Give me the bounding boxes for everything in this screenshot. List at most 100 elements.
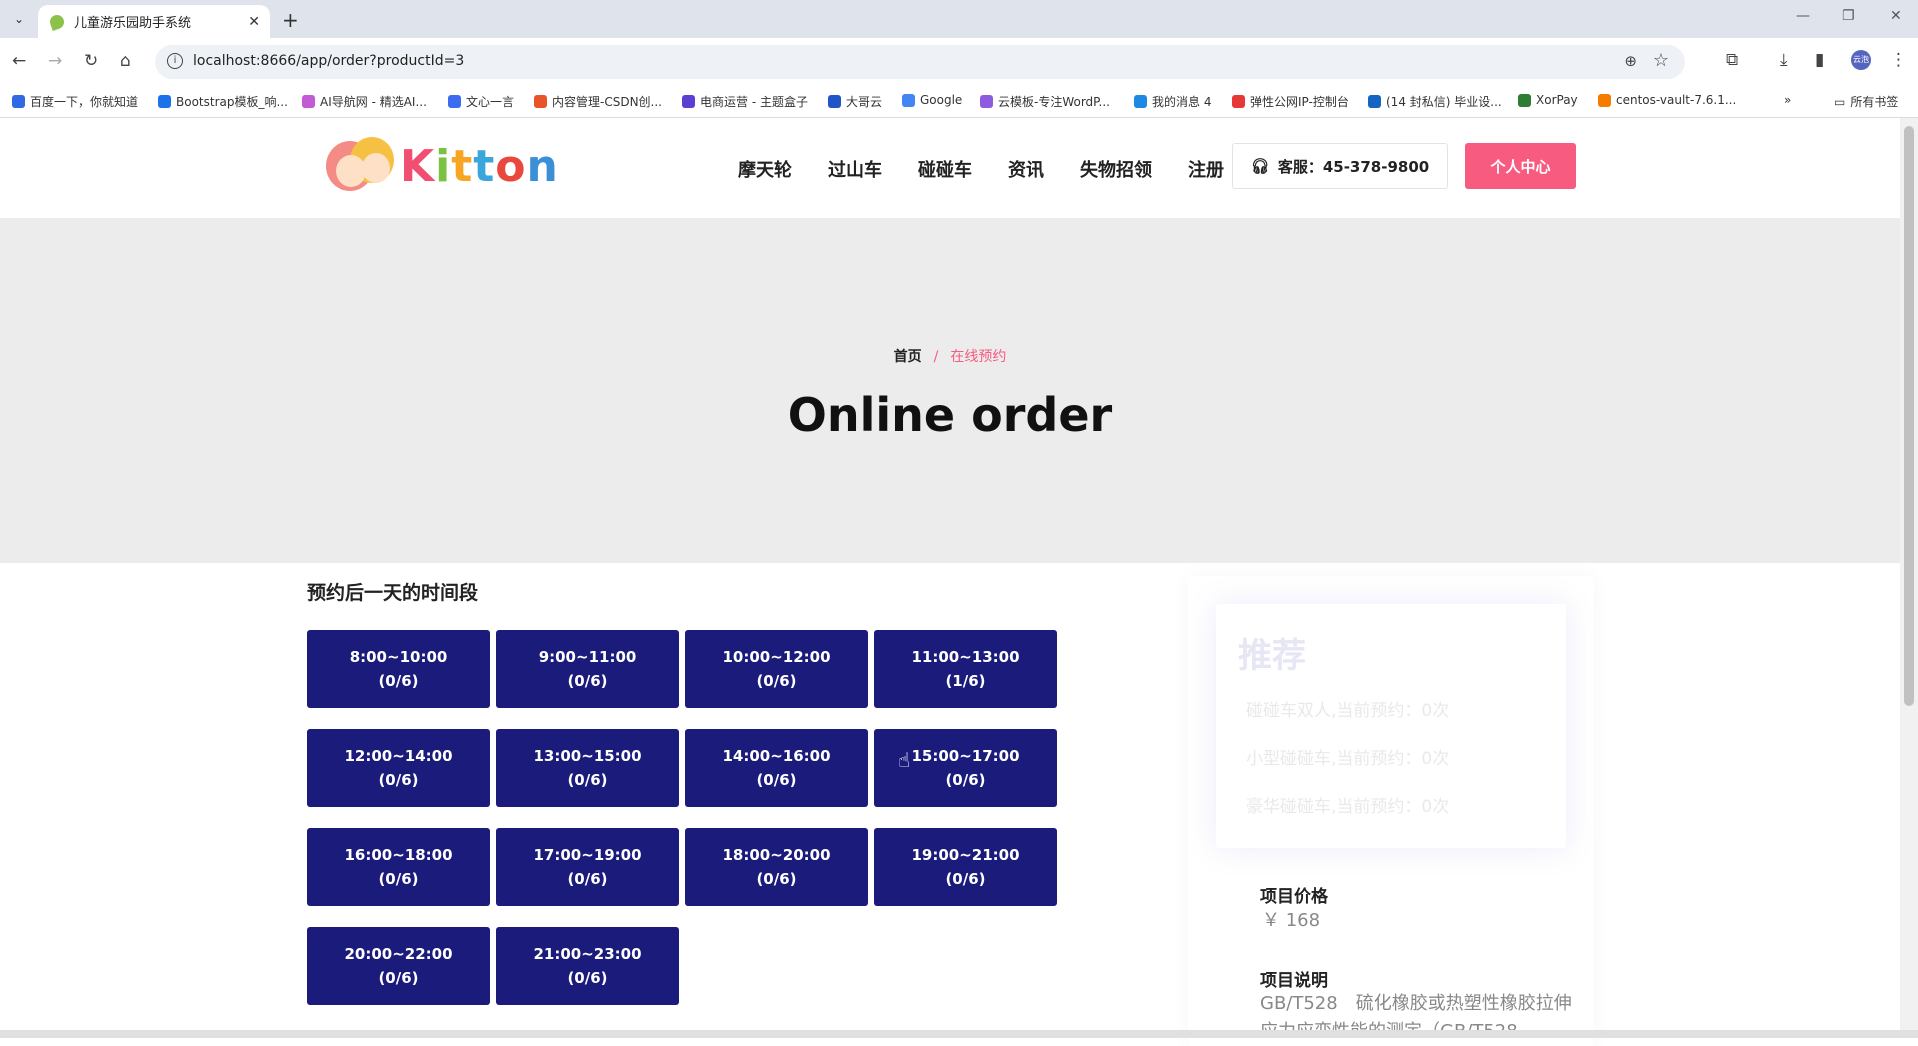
browser-tab[interactable]: 儿童游乐园助手系统 ✕ (38, 5, 270, 38)
time-slot-button[interactable]: 11:00~13:00 (1/6) (874, 630, 1057, 708)
time-slot-button[interactable]: 14:00~16:00 (0/6) (685, 729, 868, 807)
bookmark-label: centos-vault-7.6.1... (1616, 93, 1737, 107)
tab-title: 儿童游乐园助手系统 (74, 16, 192, 31)
bookmark-item[interactable]: centos-vault-7.6.1... (1598, 93, 1736, 107)
bookmark-item[interactable]: 弹性公网IP-控制台 (1232, 93, 1349, 110)
page-title: Online order (787, 388, 1113, 442)
nav-bumper-car[interactable]: 碰碰车 (918, 156, 972, 182)
zoom-icon[interactable]: ⊕ (1624, 52, 1637, 70)
bookmark-item[interactable]: XorPay (1518, 93, 1578, 107)
bookmark-item[interactable]: 电商运营 - 主题盒子 (682, 93, 808, 110)
time-slot-button[interactable]: 20:00~22:00 (0/6) (307, 927, 490, 1005)
bookmark-item[interactable]: 内容管理-CSDN创... (534, 93, 662, 110)
back-icon[interactable]: ← (12, 51, 26, 71)
time-slot-button[interactable]: 8:00~10:00 (0/6) (307, 630, 490, 708)
slot-count: (0/6) (378, 672, 419, 690)
page-scrollbar[interactable] (1900, 118, 1918, 1038)
nav-lost-found[interactable]: 失物招领 (1080, 156, 1152, 182)
nav-roller-coaster[interactable]: 过山车 (828, 156, 882, 182)
url-text[interactable]: localhost:8666/app/order?productId=3 (193, 53, 464, 69)
scrollbar-thumb[interactable] (1904, 126, 1914, 706)
bookmark-item[interactable]: 百度一下，你就知道 (12, 93, 138, 110)
profile-avatar[interactable]: 云泡 (1851, 50, 1871, 70)
more-bookmarks-icon[interactable]: » (1784, 93, 1791, 107)
close-icon[interactable]: ✕ (248, 14, 260, 30)
bookmark-favicon-icon (12, 95, 25, 108)
info-icon[interactable]: i (167, 53, 183, 69)
slot-time: 21:00~23:00 (533, 945, 642, 963)
bookmark-item[interactable]: Bootstrap模板_响... (158, 93, 288, 110)
time-slot-button[interactable]: 10:00~12:00 (0/6) (685, 630, 868, 708)
bookmark-item[interactable]: Google (902, 93, 962, 107)
time-slot-button[interactable]: 12:00~14:00 (0/6) (307, 729, 490, 807)
site-logo[interactable]: Kitton (326, 133, 559, 199)
minimize-icon[interactable]: — (1796, 8, 1810, 24)
time-slot-button[interactable]: 21:00~23:00 (0/6) (496, 927, 679, 1005)
bookmark-item[interactable]: 云模板-专注WordP... (980, 93, 1110, 110)
bookmark-label: 大哥云 (846, 95, 883, 109)
slot-time: 20:00~22:00 (344, 945, 453, 963)
bookmark-label: AI导航网 - 精选AI... (320, 95, 427, 109)
folder-icon: ▭ (1834, 94, 1846, 109)
bookmark-item[interactable]: AI导航网 - 精选AI... (302, 93, 427, 110)
personal-center-button[interactable]: 个人中心 (1465, 143, 1576, 189)
address-bar[interactable]: i localhost:8666/app/order?productId=3 ⊕… (155, 45, 1685, 79)
section-title: 预约后一天的时间段 (307, 582, 479, 604)
bookmark-star-icon[interactable]: ☆ (1653, 50, 1669, 71)
all-bookmarks[interactable]: ▭ 所有书签 (1834, 93, 1898, 110)
bookmark-label: Bootstrap模板_响... (176, 95, 288, 109)
reload-icon[interactable]: ↻ (84, 51, 98, 71)
main-nav: 摩天轮 过山车 碰碰车 资讯 失物招领 注册 (738, 156, 1260, 182)
window-close-icon[interactable]: ✕ (1890, 8, 1902, 24)
bookmark-label: 内容管理-CSDN创... (552, 95, 662, 109)
bookmark-favicon-icon (1134, 95, 1147, 108)
recommend-item[interactable]: 碰碰车双人,当前预约：0次 (1246, 696, 1449, 721)
slot-time: 18:00~20:00 (722, 846, 831, 864)
nav-ferris-wheel[interactable]: 摩天轮 (738, 156, 792, 182)
restore-icon[interactable]: ❐ (1842, 8, 1855, 24)
price-value: ￥ 168 (1262, 910, 1321, 931)
recommend-item[interactable]: 豪华碰碰车,当前预约：0次 (1246, 792, 1449, 817)
slot-count: (0/6) (567, 771, 608, 789)
time-slot-button[interactable]: 13:00~15:00 (0/6) (496, 729, 679, 807)
bookmark-item[interactable]: 我的消息 4 (1134, 93, 1211, 110)
bookmark-label: 云模板-专注WordP... (998, 95, 1110, 109)
bookmark-label: 弹性公网IP-控制台 (1250, 95, 1349, 109)
time-slot-button[interactable]: 17:00~19:00 (0/6) (496, 828, 679, 906)
forward-icon[interactable]: → (48, 51, 62, 71)
bookmark-item[interactable]: (14 封私信) 毕业设... (1368, 93, 1502, 110)
breadcrumb-current: 在线预约 (950, 349, 1007, 365)
slot-count: (0/6) (378, 771, 419, 789)
slot-count: (0/6) (756, 870, 797, 888)
recommend-panel: 推荐 碰碰车双人,当前预约：0次 小型碰碰车,当前预约：0次 豪华碰碰车,当前预… (1216, 604, 1566, 848)
recommend-item[interactable]: 小型碰碰车,当前预约：0次 (1246, 744, 1449, 769)
download-icon[interactable]: ⤓ (1780, 50, 1788, 70)
breadcrumb-home[interactable]: 首页 (894, 349, 922, 365)
extensions-icon[interactable]: ⧉ (1726, 50, 1738, 70)
hand-cursor-icon: ☝ (898, 748, 911, 772)
time-slot-button[interactable]: 18:00~20:00 (0/6) (685, 828, 868, 906)
bookmark-label: 我的消息 4 (1152, 95, 1212, 109)
bookmark-favicon-icon (158, 95, 171, 108)
bookmark-item[interactable]: 文心一言 (448, 93, 514, 110)
slot-count: (0/6) (945, 870, 986, 888)
bookmark-item[interactable]: 大哥云 (828, 93, 882, 110)
time-slot-button[interactable]: 19:00~21:00 (0/6) (874, 828, 1057, 906)
nav-news[interactable]: 资讯 (1008, 156, 1044, 182)
nav-register[interactable]: 注册 (1188, 156, 1224, 182)
slot-count: (0/6) (378, 969, 419, 987)
new-tab-icon[interactable]: + (282, 8, 299, 32)
slot-count: (0/6) (567, 969, 608, 987)
menu-icon[interactable]: ⋮ (1890, 50, 1907, 70)
bookmark-favicon-icon (980, 95, 993, 108)
bookmark-label: XorPay (1536, 93, 1578, 107)
home-icon[interactable]: ⌂ (120, 51, 131, 71)
bookmark-favicon-icon (448, 95, 461, 108)
slot-count: (0/6) (567, 672, 608, 690)
time-slot-button[interactable]: 9:00~11:00 (0/6) (496, 630, 679, 708)
time-slot-button[interactable]: 16:00~18:00 (0/6) (307, 828, 490, 906)
tab-search-icon[interactable]: ⌄ (8, 8, 30, 30)
service-phone[interactable]: 🎧︎ 客服：45-378-9800 (1232, 143, 1448, 189)
slot-time: 16:00~18:00 (344, 846, 453, 864)
sidepanel-icon[interactable]: ▮ (1815, 50, 1824, 70)
